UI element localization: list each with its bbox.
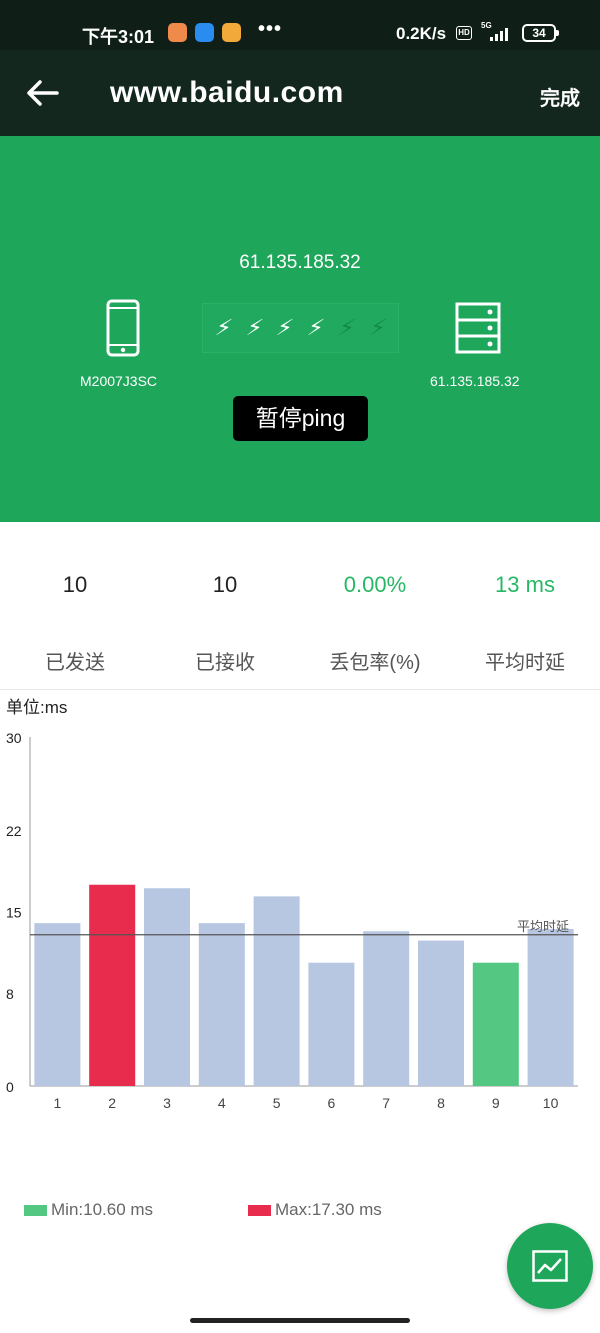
stat-avg-latency-label: 平均时延	[485, 652, 565, 674]
chart-line-icon	[532, 1250, 568, 1282]
stat-loss-label: 丢包率(%)	[329, 652, 421, 674]
chart-toggle-button[interactable]	[507, 1223, 593, 1309]
stat-received-label: 已接收	[195, 652, 255, 674]
stat-sent-value: 10	[62, 572, 88, 597]
back-arrow-icon[interactable]	[24, 78, 60, 108]
latency-bar-chart: 0 8 15 22 30 1 2 3 4 5 6 7 8 9 10 平均时延	[6, 730, 578, 1111]
signal-icon	[490, 27, 508, 41]
y-tick-label: 0	[6, 1079, 14, 1095]
ping-stats: 10 已发送 10 已接收 0.00% 丢包率(%) 13 ms 平均时延	[0, 522, 600, 690]
stat-received-value: 10	[212, 572, 238, 597]
ping-status-panel: 61.135.185.32 M2007J3SC ⚡ ⚡ ⚡ ⚡ ⚡ ⚡ 61.1…	[0, 136, 600, 522]
bar	[89, 884, 136, 1086]
notes-app-icon	[222, 23, 241, 42]
bar	[308, 962, 355, 1086]
battery-icon: 34	[522, 24, 559, 42]
packet-arrow-icon: ⚡	[336, 315, 358, 340]
bar	[527, 928, 574, 1086]
device-name: M2007J3SC	[80, 373, 158, 389]
x-tick-label: 1	[54, 1095, 62, 1111]
bar	[417, 940, 465, 1086]
x-tick-label: 9	[492, 1095, 500, 1111]
status-time: 下午3:01	[82, 27, 155, 47]
legend-max-swatch	[248, 1204, 271, 1216]
home-indicator[interactable]	[190, 1318, 410, 1323]
chart-unit-label: 单位:ms	[6, 698, 68, 717]
page-title: www.baidu.com	[110, 76, 344, 109]
y-tick-label: 15	[6, 905, 22, 921]
packet-arrow-icon: ⚡	[274, 315, 296, 340]
phone-icon	[106, 299, 140, 357]
shop-app-icon	[168, 23, 187, 42]
bar	[253, 896, 300, 1086]
x-tick-label: 4	[218, 1095, 226, 1111]
more-notifications-icon: •••	[258, 18, 283, 40]
y-tick-label: 30	[6, 730, 22, 746]
bar	[472, 962, 519, 1086]
target-ip: 61.135.185.32	[239, 252, 361, 273]
stat-loss-value: 0.00%	[343, 572, 407, 597]
x-tick-label: 10	[543, 1095, 559, 1111]
done-button[interactable]: 完成	[540, 82, 580, 111]
x-tick-label: 7	[382, 1095, 390, 1111]
packet-arrow-icon: ⚡	[367, 315, 389, 340]
stat-sent-label: 已发送	[45, 652, 105, 674]
hd-icon: HD	[456, 26, 472, 40]
x-tick-label: 8	[437, 1095, 445, 1111]
legend-min-swatch	[24, 1204, 47, 1216]
pause-ping-button[interactable]: 暂停ping	[233, 396, 368, 441]
stat-avg-latency-value: 13 ms	[495, 572, 555, 597]
packet-arrow-icon: ⚡	[305, 315, 327, 340]
x-tick-label: 6	[328, 1095, 336, 1111]
bar	[363, 931, 410, 1086]
legend-max: Max:17.30 ms	[248, 1200, 382, 1220]
legend-min: Min:10.60 ms	[24, 1200, 153, 1220]
packet-flow-indicator: ⚡ ⚡ ⚡ ⚡ ⚡ ⚡	[202, 303, 399, 353]
packet-arrow-icon: ⚡	[213, 315, 234, 340]
x-tick-label: 5	[273, 1095, 281, 1111]
bar	[198, 923, 245, 1086]
legend-min-label: Min:10.60 ms	[51, 1200, 154, 1219]
y-tick-label: 8	[6, 986, 14, 1002]
bar	[34, 923, 81, 1086]
title-bar: www.baidu.com 完成	[0, 50, 600, 136]
network-speed: 0.2K/s	[396, 24, 447, 43]
legend-max-label: Max:17.30 ms	[275, 1200, 382, 1219]
bar	[143, 888, 191, 1086]
browser-app-icon	[195, 23, 214, 42]
x-tick-label: 3	[163, 1095, 171, 1111]
y-tick-label: 22	[6, 823, 22, 839]
server-icon	[455, 302, 501, 354]
x-tick-label: 2	[108, 1095, 116, 1111]
notification-icons	[168, 23, 241, 42]
status-bar: 下午3:01 ••• 0.2K/s HD 5G 34	[0, 0, 600, 50]
packet-arrow-icon: ⚡	[243, 315, 265, 340]
server-ip: 61.135.185.32	[430, 373, 520, 389]
average-line-label: 平均时延	[517, 919, 569, 934]
